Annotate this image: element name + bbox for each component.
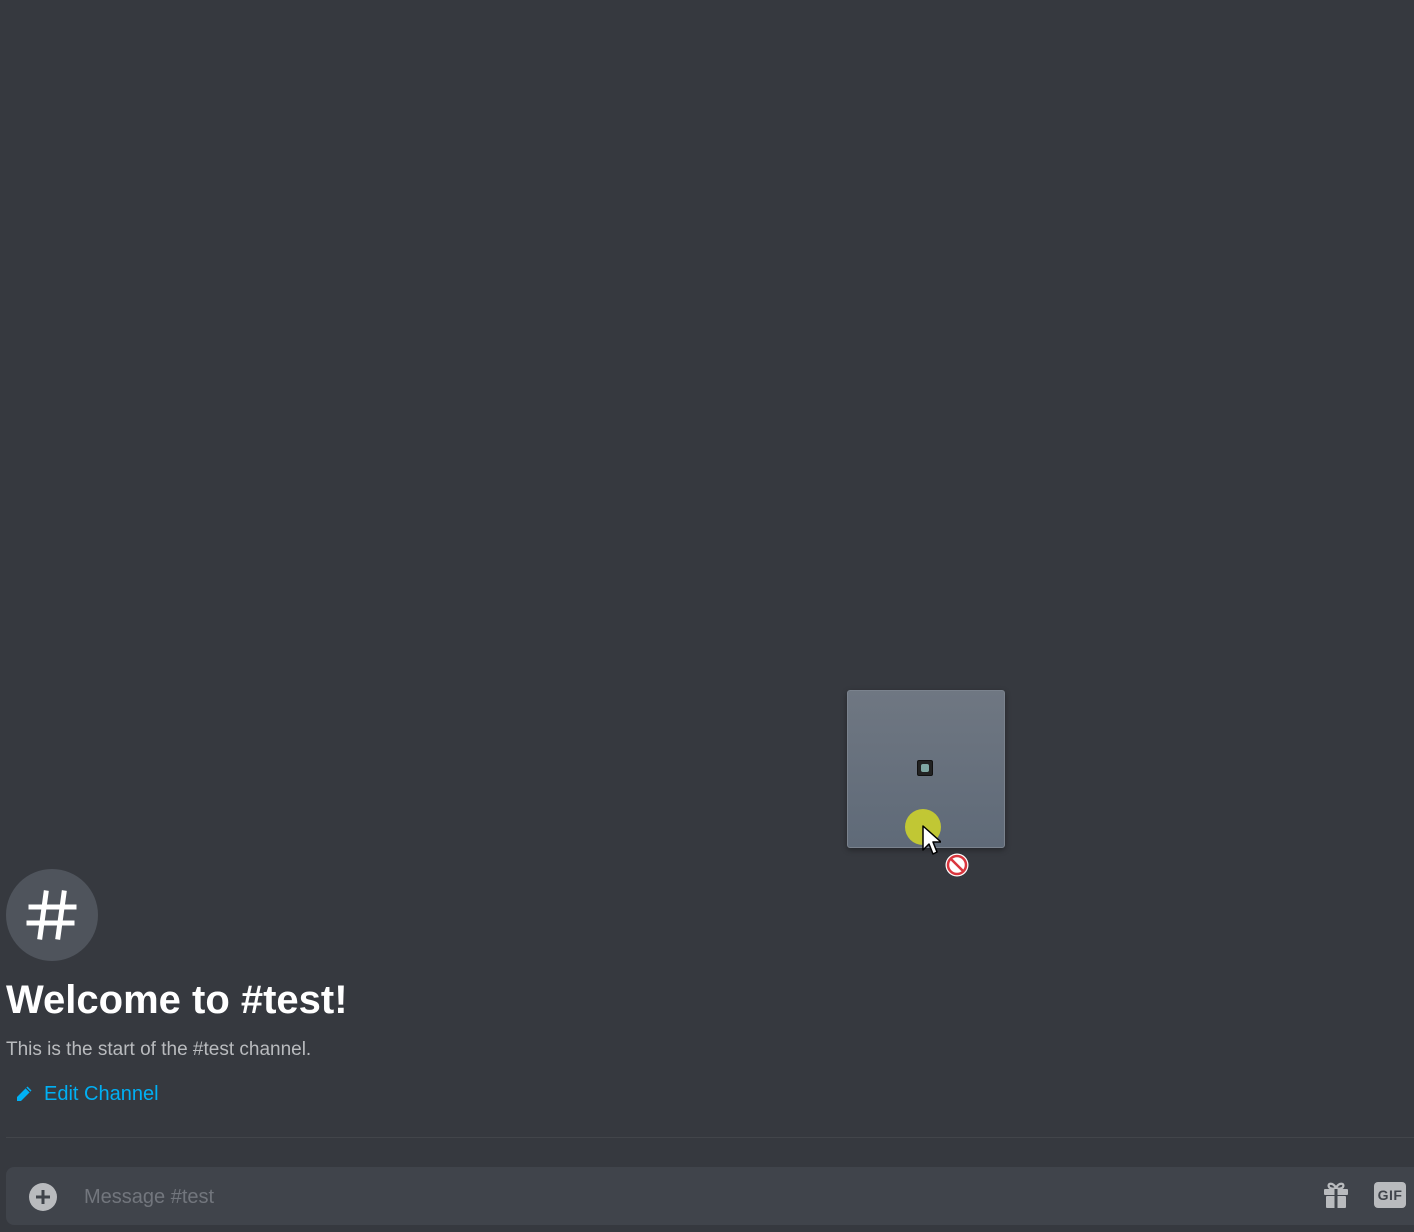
drag-preview-thumbnail [917,760,933,776]
channel-avatar [6,869,98,961]
pencil-icon [17,1086,32,1101]
message-input[interactable] [82,1179,1286,1215]
edit-channel-button[interactable]: Edit Channel [14,1080,159,1108]
welcome-title: Welcome to #test! [6,978,348,1022]
welcome-subtitle: This is the start of the #test channel. [6,1039,312,1060]
attach-button[interactable] [29,1183,57,1211]
plus-circle-icon [36,1190,50,1204]
cursor-arrow-icon [922,825,941,855]
gif-button[interactable]: GIF [1374,1182,1406,1208]
divider [6,1137,1414,1138]
no-drop-icon [945,853,969,877]
hash-icon [26,890,77,940]
message-composer: GIF [6,1167,1414,1225]
gift-icon [1324,1182,1348,1208]
edit-channel-label: Edit Channel [44,1083,159,1105]
gif-icon: GIF [1377,1187,1403,1203]
gift-button[interactable] [1321,1180,1351,1215]
chat-view: Welcome to #test! This is the start of t… [0,0,1414,1232]
